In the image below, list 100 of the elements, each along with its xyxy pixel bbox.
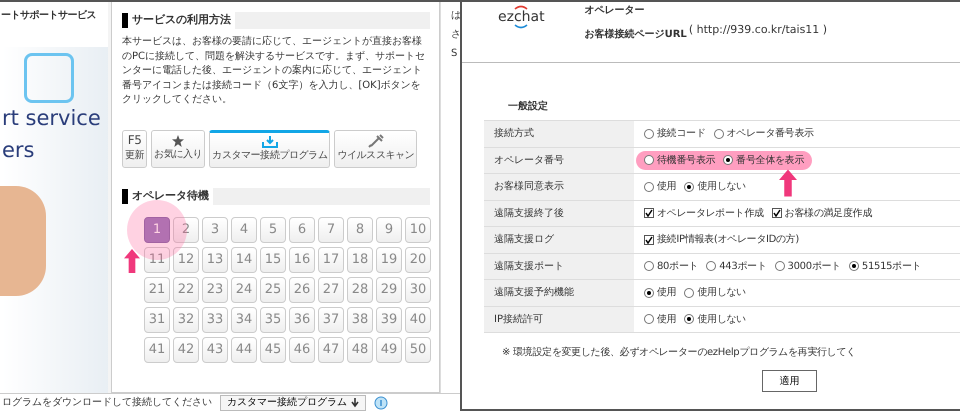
side-text: S [451, 47, 458, 61]
checkbox[interactable] [644, 208, 654, 218]
banner-title: ートサポートサービス [0, 2, 108, 47]
tool-button[interactable]: カスタマー接続プログラム [209, 130, 330, 168]
section-title: 一般設定 [508, 99, 549, 114]
logo-text: ezchat [498, 10, 545, 24]
operator-number[interactable]: 34 [231, 306, 257, 332]
operator-number[interactable]: 5 [260, 216, 286, 242]
operator-number[interactable]: 26 [289, 276, 315, 302]
operator-number[interactable]: 37 [318, 306, 344, 332]
apply-button[interactable]: 適用 [762, 370, 817, 392]
setting-label: 接続方式 [484, 121, 634, 146]
radio-button[interactable] [774, 261, 785, 272]
operator-number[interactable]: 6 [289, 216, 315, 242]
radio-button[interactable] [848, 261, 859, 272]
star-icon [172, 135, 184, 147]
operator-number[interactable]: 43 [202, 336, 228, 362]
heading-bar [122, 188, 128, 204]
radio-button[interactable] [714, 128, 724, 139]
radio-button[interactable] [684, 288, 694, 298]
pointer-arrow-icon [124, 246, 140, 274]
tool-button[interactable]: ウイルススキャン [334, 130, 418, 168]
radio-button[interactable] [644, 314, 654, 324]
download-button[interactable]: カスタマー接続プログラム [220, 394, 366, 410]
radio-button[interactable] [684, 182, 694, 192]
checkbox[interactable] [772, 208, 782, 218]
operator-number[interactable]: 11 [144, 246, 170, 272]
operator-number[interactable]: 44 [231, 336, 257, 362]
radio-button[interactable] [644, 261, 654, 272]
setting-label: IP接続許可 [484, 306, 634, 332]
operator-number[interactable]: 12 [173, 246, 199, 272]
option-label: オペレータ番号表示 [726, 126, 814, 142]
check-icon [772, 209, 781, 218]
operator-number[interactable]: 4 [231, 216, 257, 242]
operator-label: オペレーター [584, 4, 646, 18]
operator-number[interactable]: 42 [173, 336, 199, 362]
info-icon [374, 396, 388, 410]
setting-label: オペレータ番号 [484, 148, 634, 173]
operator-number[interactable]: 21 [144, 276, 170, 302]
operator-number[interactable]: 1 [144, 216, 170, 242]
download-icon [351, 398, 359, 408]
operator-number[interactable]: 50 [405, 336, 431, 362]
radio-button[interactable] [644, 155, 654, 166]
operator-number[interactable]: 8 [347, 216, 373, 242]
operator-number[interactable]: 33 [202, 306, 228, 332]
operator-number[interactable]: 18 [347, 246, 373, 272]
radio-button[interactable] [684, 314, 694, 324]
operator-number[interactable]: 36 [289, 306, 315, 332]
operator-number[interactable]: 47 [318, 336, 344, 362]
radio-button[interactable] [706, 261, 716, 272]
pointer-arrow-icon [779, 168, 797, 198]
banner-tagline: ers [2, 136, 36, 164]
operator-number[interactable]: 32 [173, 306, 199, 332]
operator-number[interactable]: 9 [376, 216, 402, 242]
url-label: お客様接続ページURL [584, 27, 687, 42]
usage-description: 本サービスは、お客様の要請に応じて、エージェントが直接お客様のPCに接続して、問題を解決するサービスです。まず、サポートセンターに電話した後、エージェントの案内に応じて、エージェント番号アイコンまたは接続コード（6文字）を入力し、[OK]ボタンをクリックしてください。 [122, 35, 426, 107]
operator-number[interactable]: 3 [202, 216, 228, 242]
operator-number[interactable]: 38 [347, 306, 373, 332]
operator-number[interactable]: 40 [405, 306, 431, 332]
side-text: は [451, 9, 460, 23]
operator-number[interactable]: 15 [260, 246, 286, 272]
operator-number[interactable]: 23 [202, 276, 228, 302]
radio-button[interactable] [644, 288, 654, 298]
operator-number[interactable]: 41 [144, 336, 170, 362]
tool-button[interactable]: お気に入り [151, 130, 206, 168]
operator-number[interactable]: 25 [260, 276, 286, 302]
operator-number[interactable]: 7 [318, 216, 344, 242]
operator-number[interactable]: 28 [347, 276, 373, 302]
operator-number[interactable]: 24 [231, 276, 257, 302]
checkbox[interactable] [644, 234, 654, 245]
operator-number[interactable]: 17 [318, 246, 344, 272]
option-label: 待機番号表示 [657, 154, 716, 168]
operator-number[interactable]: 20 [405, 246, 431, 272]
operator-number[interactable]: 22 [173, 276, 199, 302]
operator-number[interactable]: 31 [144, 306, 170, 332]
operator-number[interactable]: 16 [289, 246, 315, 272]
tool-button[interactable]: F5 更新 [122, 130, 148, 168]
operator-number[interactable]: 14 [231, 246, 257, 272]
operator-number[interactable]: 2 [173, 216, 199, 242]
operator-number[interactable]: 27 [318, 276, 344, 302]
operator-number[interactable]: 10 [405, 216, 431, 242]
radio-button[interactable] [644, 182, 654, 192]
operator-number[interactable]: 46 [289, 336, 315, 362]
operator-number[interactable]: 13 [202, 246, 228, 272]
option-label: 51515ポート [862, 260, 922, 274]
option-label: 使用しない [697, 286, 746, 300]
operator-number[interactable]: 49 [376, 336, 402, 362]
operator-number[interactable]: 48 [347, 336, 373, 362]
operator-number[interactable]: 30 [405, 276, 431, 302]
option-label: 使用しない [697, 312, 746, 327]
operator-number[interactable]: 45 [260, 336, 286, 362]
option-label: 使用しない [697, 180, 746, 194]
operator-number[interactable]: 29 [376, 276, 402, 302]
operator-number[interactable]: 39 [376, 306, 402, 332]
operator-number[interactable]: 35 [260, 306, 286, 332]
radio-button[interactable] [723, 155, 734, 166]
setting-label: お客様同意表示 [484, 174, 634, 200]
heading-bar [122, 13, 128, 28]
operator-number[interactable]: 19 [376, 246, 402, 272]
radio-button[interactable] [644, 128, 654, 139]
